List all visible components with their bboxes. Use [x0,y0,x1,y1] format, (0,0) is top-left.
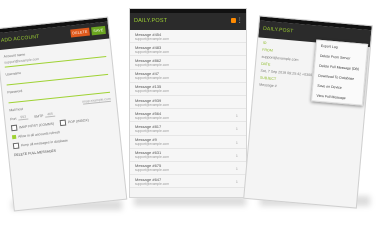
add-account-screen: ADD ACCOUNT DELETE SAVE Account name sup… [0,16,128,212]
message-sender: support@example.com [135,89,169,94]
message-row[interactable]: Message #135 support@example.com [130,82,246,96]
message-sender: support@example.com [135,115,169,120]
message-sender: support@example.com [135,128,169,133]
message-sender: support@example.com [135,181,169,186]
pop-option-label: POP (INBOX) [67,118,89,125]
message-sender: support@example.com [135,36,169,41]
message-row[interactable]: Message #564 support@example.com 1 [130,109,246,123]
port-field[interactable]: 993 [18,114,29,121]
detail-title: DAILY.POST [262,25,294,35]
message-list: Message #454 support@example.com Message #… [130,30,246,189]
smtp-field[interactable]: 465 [45,111,56,118]
delete-button[interactable]: DELETE [70,27,90,38]
delete-full-messages-button[interactable]: DELETE FULL MESSAGES [14,149,56,157]
message-sender: support@example.com [135,102,169,107]
keep-messages-label: Keep all messages in database [20,138,69,148]
message-row[interactable]: Message #862 support@example.com [130,56,246,70]
message-sender: support@example.com [135,142,169,147]
smtp-label: SMTP [33,113,44,119]
message-count: 1 [235,126,238,132]
message-sender: support@example.com [135,76,169,81]
overflow-menu: Export Log Delete From Server Delete Full … [310,39,369,106]
add-account-title: ADD ACCOUNT [0,33,40,44]
message-count: 1 [235,152,238,158]
message-sender: support@example.com [135,168,169,173]
message-row[interactable]: Message #631 support@example.com 1 [130,148,246,162]
allow-refresh-checkbox[interactable] [11,134,17,140]
message-sender: support@example.com [135,62,169,67]
message-row[interactable]: Message #47 support@example.com [130,69,246,83]
message-list-screen: DAILY.POST ⋮ Message #454 support@example… [129,8,247,198]
message-row[interactable]: Message #939 support@example.com [130,95,246,110]
message-row[interactable]: Message #483 support@example.com [130,43,246,57]
imap-radio[interactable] [10,124,18,132]
message-row[interactable]: Message #454 support@example.com [130,30,246,44]
message-count: 1 [235,179,238,185]
rss-icon[interactable] [231,13,236,30]
message-row[interactable]: Message #817 support@example.com 1 [130,122,246,136]
message-sender: support@example.com [135,155,169,160]
message-detail-screen: DAILY.POST ID FROM support@example.com D… [243,15,373,209]
message-count: 1 [235,165,238,171]
save-button[interactable]: SAVE [90,25,106,36]
overflow-menu-icon[interactable]: ⋮ [237,13,243,30]
pop-radio[interactable] [59,119,67,127]
imap-option-label: IMAP FIRST (COMMS) [18,121,55,130]
message-count: 1 [235,113,238,119]
message-row[interactable]: Message #647 support@example.com 1 [130,175,246,189]
message-row[interactable]: Message #675 support@example.com 1 [130,161,246,176]
keep-messages-checkbox[interactable] [12,142,20,150]
allow-refresh-label: Allow in all accounts refresh [17,130,61,139]
message-count: 1 [235,139,238,145]
message-row[interactable]: Message #9 support@example.com 1 [130,135,246,149]
message-sender: support@example.com [135,49,169,54]
message-list-header: DAILY.POST ⋮ [130,13,246,30]
mail-host-label: Mail host [9,106,23,112]
mail-host-field[interactable]: imap.example.com [82,96,111,105]
app-title: DAILY.POST [134,18,168,24]
port-label: Port [10,116,17,121]
